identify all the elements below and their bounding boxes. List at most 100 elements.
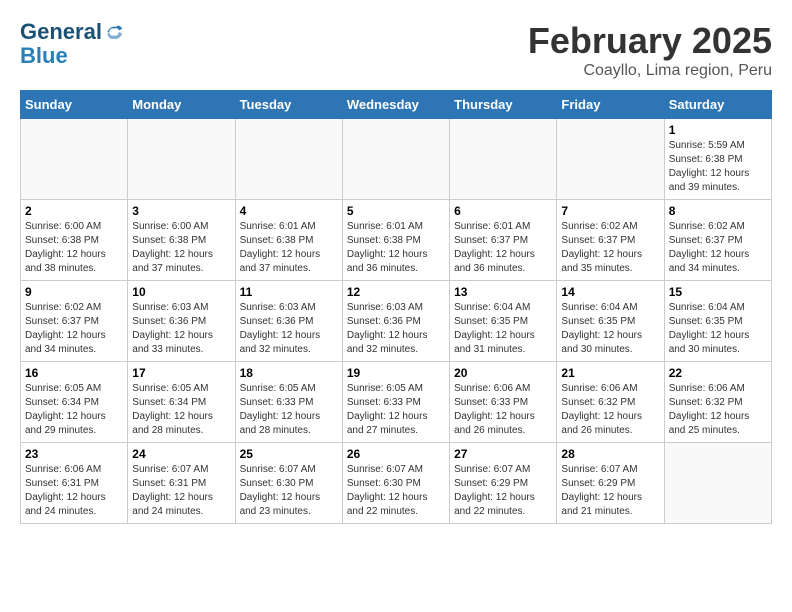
- day-number: 28: [561, 447, 659, 461]
- day-number: 3: [132, 204, 230, 218]
- calendar-cell: 16Sunrise: 6:05 AM Sunset: 6:34 PM Dayli…: [21, 362, 128, 443]
- day-number: 6: [454, 204, 552, 218]
- day-info: Sunrise: 6:02 AM Sunset: 6:37 PM Dayligh…: [669, 220, 767, 276]
- day-number: 20: [454, 366, 552, 380]
- weekday-header-wednesday: Wednesday: [342, 91, 449, 119]
- calendar-cell: 20 Sunrise: 6:06 AM Sunset: 6:33 PM Dayli…: [450, 362, 557, 443]
- day-info: Sunrise: 6:07 AM Sunset: 6:29 PM Dayligh…: [454, 463, 552, 519]
- calendar-cell: 26 Sunrise: 6:07 AM Sunset: 6:30 PM Dayli…: [342, 443, 449, 524]
- day-info: Sunrise: 6:05 AM Sunset: 6:33 PM Dayligh…: [347, 382, 445, 438]
- day-number: 27: [454, 447, 552, 461]
- day-info: Sunrise: 6:04 AM Sunset: 6:35 PM Dayligh…: [561, 301, 659, 357]
- day-info: Sunrise: 6:01 AM Sunset: 6:38 PM Dayligh…: [347, 220, 445, 276]
- day-info: Sunrise: 6:04 AM Sunset: 6:35 PM Dayligh…: [669, 301, 767, 357]
- calendar-cell: 4 Sunrise: 6:01 AM Sunset: 6:38 PM Daylig…: [235, 200, 342, 281]
- weekday-header-sunday: Sunday: [21, 91, 128, 119]
- calendar-cell: 21 Sunrise: 6:06 AM Sunset: 6:32 PM Dayli…: [557, 362, 664, 443]
- calendar-cell: [450, 119, 557, 200]
- calendar-cell: 13 Sunrise: 6:04 AM Sunset: 6:35 PM Dayli…: [450, 281, 557, 362]
- weekday-header-tuesday: Tuesday: [235, 91, 342, 119]
- calendar-cell: 23 Sunrise: 6:06 AM Sunset: 6:31 PM Dayli…: [21, 443, 128, 524]
- day-info: Sunrise: 6:06 AM Sunset: 6:32 PM Dayligh…: [561, 382, 659, 438]
- calendar-cell: 14 Sunrise: 6:04 AM Sunset: 6:35 PM Dayli…: [557, 281, 664, 362]
- day-number: 2: [25, 204, 123, 218]
- day-number: 21: [561, 366, 659, 380]
- day-info: Sunrise: 6:01 AM Sunset: 6:38 PM Dayligh…: [240, 220, 338, 276]
- calendar-cell: 10 Sunrise: 6:03 AM Sunset: 6:36 PM Dayli…: [128, 281, 235, 362]
- subtitle: Coayllo, Lima region, Peru: [528, 62, 772, 80]
- calendar-cell: [128, 119, 235, 200]
- day-number: 4: [240, 204, 338, 218]
- day-info: Sunrise: 6:06 AM Sunset: 6:31 PM Dayligh…: [25, 463, 123, 519]
- day-info: Sunrise: 6:01 AM Sunset: 6:37 PM Dayligh…: [454, 220, 552, 276]
- day-number: 8: [669, 204, 767, 218]
- calendar-cell: 17 Sunrise: 6:05 AM Sunset: 6:34 PM Dayli…: [128, 362, 235, 443]
- day-number: 23: [25, 447, 123, 461]
- day-info: Sunrise: 6:05 AM Sunset: 6:34 PM Dayligh…: [132, 382, 230, 438]
- day-info: Sunrise: 6:07 AM Sunset: 6:30 PM Dayligh…: [240, 463, 338, 519]
- day-number: 17: [132, 366, 230, 380]
- day-number: 14: [561, 285, 659, 299]
- day-info: Sunrise: 6:02 AM Sunset: 6:37 PM Dayligh…: [561, 220, 659, 276]
- day-info: Sunrise: 6:03 AM Sunset: 6:36 PM Dayligh…: [132, 301, 230, 357]
- calendar-cell: 5 Sunrise: 6:01 AM Sunset: 6:38 PM Daylig…: [342, 200, 449, 281]
- day-number: 19: [347, 366, 445, 380]
- day-info: Sunrise: 6:05 AM Sunset: 6:34 PM Dayligh…: [25, 382, 123, 438]
- calendar-cell: 6 Sunrise: 6:01 AM Sunset: 6:37 PM Daylig…: [450, 200, 557, 281]
- calendar-week-2: 9Sunrise: 6:02 AM Sunset: 6:37 PM Daylig…: [21, 281, 772, 362]
- calendar-cell: 2 Sunrise: 6:00 AM Sunset: 6:38 PM Daylig…: [21, 200, 128, 281]
- day-info: Sunrise: 6:07 AM Sunset: 6:30 PM Dayligh…: [347, 463, 445, 519]
- day-number: 22: [669, 366, 767, 380]
- calendar-cell: 24Sunrise: 6:07 AM Sunset: 6:31 PM Dayli…: [128, 443, 235, 524]
- day-info: Sunrise: 6:06 AM Sunset: 6:33 PM Dayligh…: [454, 382, 552, 438]
- calendar-cell: 27 Sunrise: 6:07 AM Sunset: 6:29 PM Dayli…: [450, 443, 557, 524]
- day-number: 18: [240, 366, 338, 380]
- day-number: 11: [240, 285, 338, 299]
- day-number: 24: [132, 447, 230, 461]
- calendar-cell: 8 Sunrise: 6:02 AM Sunset: 6:37 PM Daylig…: [664, 200, 771, 281]
- calendar-week-4: 23 Sunrise: 6:06 AM Sunset: 6:31 PM Dayli…: [21, 443, 772, 524]
- day-number: 7: [561, 204, 659, 218]
- calendar-cell: 1 Sunrise: 5:59 AM Sunset: 6:38 PM Daylig…: [664, 119, 771, 200]
- weekday-header-friday: Friday: [557, 91, 664, 119]
- day-number: 15: [669, 285, 767, 299]
- calendar-table: SundayMondayTuesdayWednesdayThursdayFrid…: [20, 90, 772, 524]
- calendar-cell: [342, 119, 449, 200]
- calendar-week-0: 1 Sunrise: 5:59 AM Sunset: 6:38 PM Daylig…: [21, 119, 772, 200]
- day-info: Sunrise: 5:59 AM Sunset: 6:38 PM Dayligh…: [669, 139, 767, 195]
- day-info: Sunrise: 6:06 AM Sunset: 6:32 PM Dayligh…: [669, 382, 767, 438]
- calendar-cell: 28Sunrise: 6:07 AM Sunset: 6:29 PM Dayli…: [557, 443, 664, 524]
- day-number: 9: [25, 285, 123, 299]
- calendar-cell: 25 Sunrise: 6:07 AM Sunset: 6:30 PM Dayli…: [235, 443, 342, 524]
- logo-blue-text: Blue: [20, 43, 68, 68]
- day-number: 5: [347, 204, 445, 218]
- calendar-cell: 9Sunrise: 6:02 AM Sunset: 6:37 PM Daylig…: [21, 281, 128, 362]
- calendar-cell: 19 Sunrise: 6:05 AM Sunset: 6:33 PM Dayli…: [342, 362, 449, 443]
- weekday-header-saturday: Saturday: [664, 91, 771, 119]
- weekday-header-monday: Monday: [128, 91, 235, 119]
- day-info: Sunrise: 6:00 AM Sunset: 6:38 PM Dayligh…: [25, 220, 123, 276]
- calendar-cell: [21, 119, 128, 200]
- day-info: Sunrise: 6:03 AM Sunset: 6:36 PM Dayligh…: [347, 301, 445, 357]
- calendar-cell: 7 Sunrise: 6:02 AM Sunset: 6:37 PM Daylig…: [557, 200, 664, 281]
- day-number: 13: [454, 285, 552, 299]
- day-number: 1: [669, 123, 767, 137]
- weekday-header-row: SundayMondayTuesdayWednesdayThursdayFrid…: [21, 91, 772, 119]
- day-number: 10: [132, 285, 230, 299]
- header: General Blue February 2025 Coayllo, Lima…: [20, 20, 772, 80]
- main-title: February 2025: [528, 20, 772, 62]
- calendar-week-1: 2 Sunrise: 6:00 AM Sunset: 6:38 PM Daylig…: [21, 200, 772, 281]
- calendar-cell: 18Sunrise: 6:05 AM Sunset: 6:33 PM Dayli…: [235, 362, 342, 443]
- calendar-week-3: 16Sunrise: 6:05 AM Sunset: 6:34 PM Dayli…: [21, 362, 772, 443]
- day-number: 25: [240, 447, 338, 461]
- day-info: Sunrise: 6:03 AM Sunset: 6:36 PM Dayligh…: [240, 301, 338, 357]
- calendar-cell: 3Sunrise: 6:00 AM Sunset: 6:38 PM Daylig…: [128, 200, 235, 281]
- day-number: 26: [347, 447, 445, 461]
- day-info: Sunrise: 6:04 AM Sunset: 6:35 PM Dayligh…: [454, 301, 552, 357]
- title-section: February 2025 Coayllo, Lima region, Peru: [528, 20, 772, 80]
- day-number: 12: [347, 285, 445, 299]
- calendar-cell: [664, 443, 771, 524]
- calendar-cell: 11 Sunrise: 6:03 AM Sunset: 6:36 PM Dayli…: [235, 281, 342, 362]
- logo: General Blue: [20, 20, 124, 68]
- calendar-cell: 22 Sunrise: 6:06 AM Sunset: 6:32 PM Dayli…: [664, 362, 771, 443]
